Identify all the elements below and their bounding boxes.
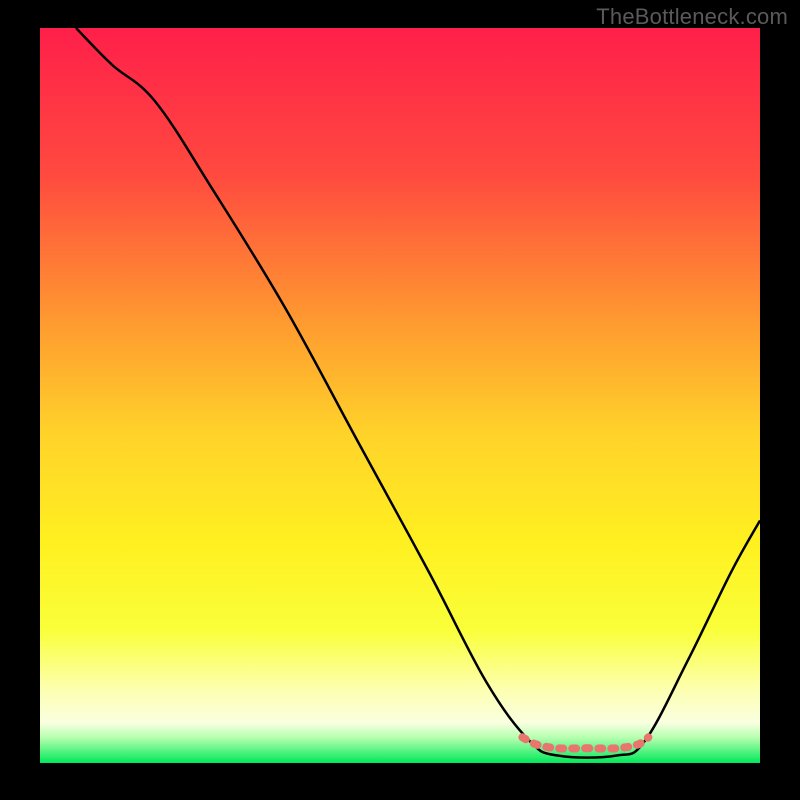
curves-layer xyxy=(40,28,760,763)
watermark-text: TheBottleneck.com xyxy=(596,4,788,30)
pink-flat-segment xyxy=(522,737,648,748)
bottleneck-curve xyxy=(76,28,760,758)
plot-area xyxy=(40,28,760,763)
